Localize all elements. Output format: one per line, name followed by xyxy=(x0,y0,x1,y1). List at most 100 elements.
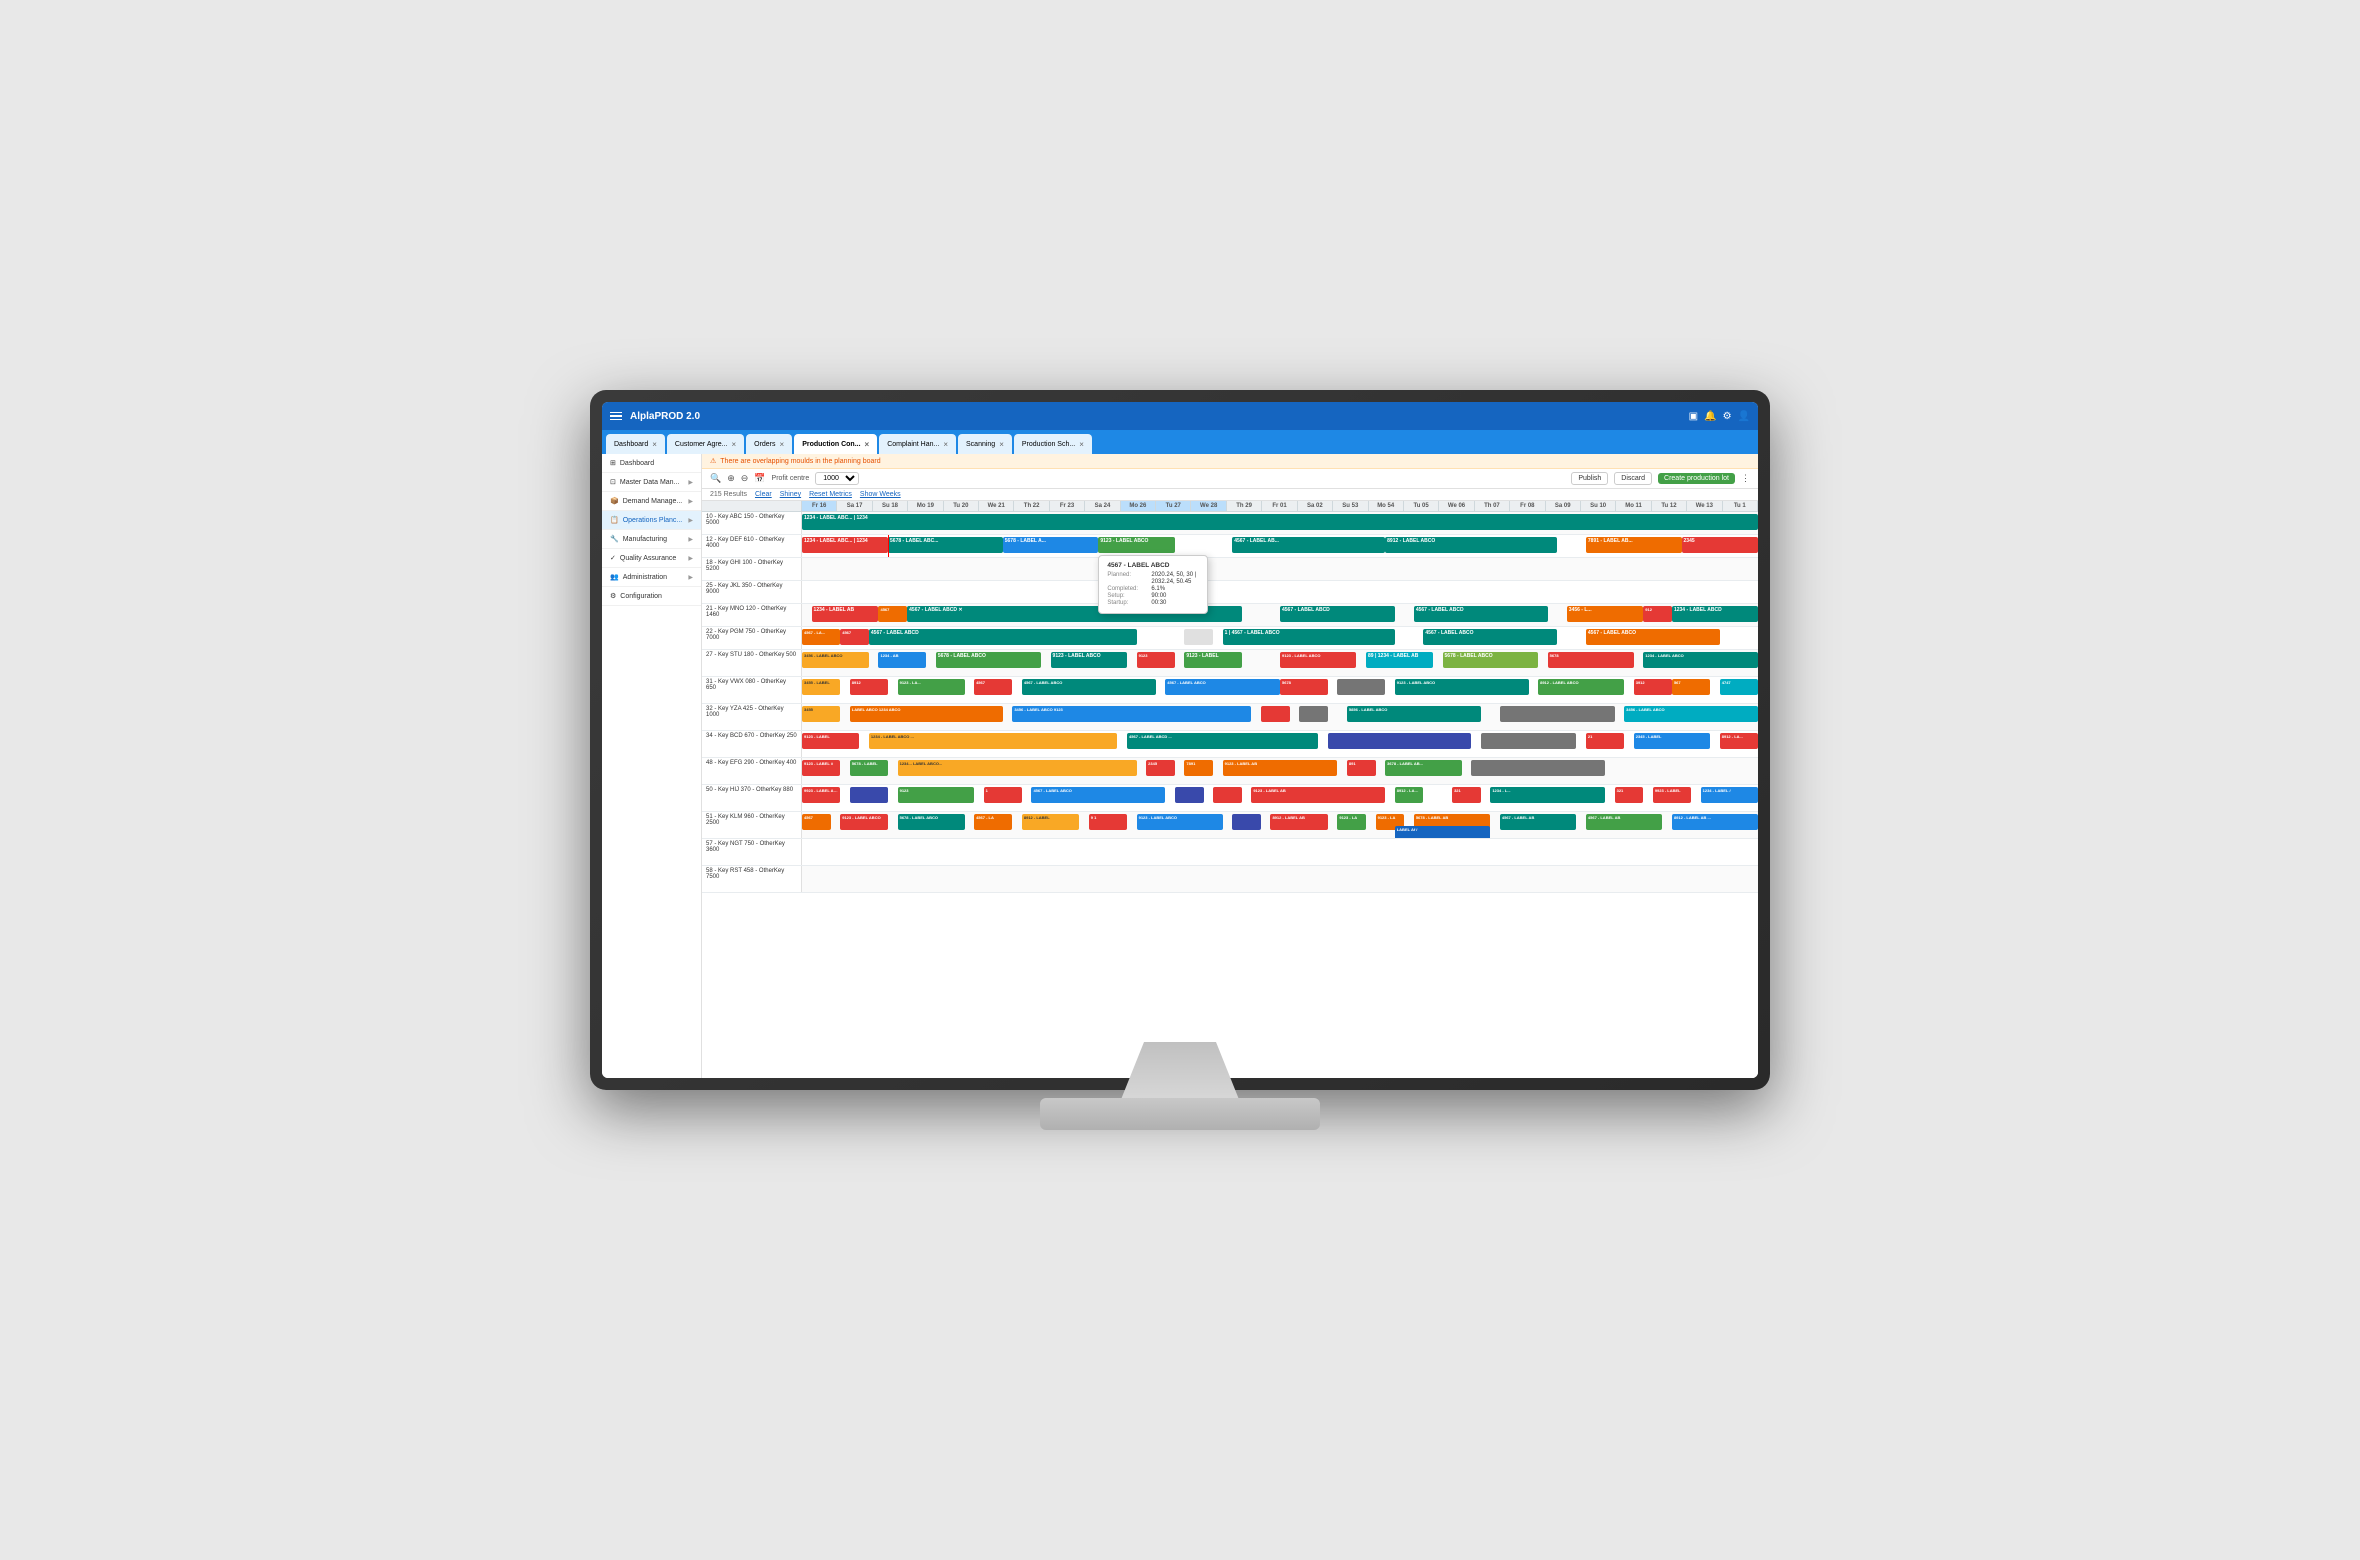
bar-r22-5[interactable]: 1 | 4567 - LABEL ABCO xyxy=(1223,629,1395,645)
bar-r48-4[interactable]: 2345 xyxy=(1146,760,1175,776)
bar-r27-8[interactable]: 89 | 1234 - LABEL AB xyxy=(1366,652,1433,668)
zoom-in-icon[interactable]: ⊕ xyxy=(727,473,735,484)
bar-r22-2[interactable]: 4567 xyxy=(840,629,869,645)
bar-r27-5[interactable]: 9123 xyxy=(1137,652,1175,668)
more-icon[interactable]: ⋮ xyxy=(1741,473,1750,484)
bar-r12-3[interactable]: 5678 - LABEL A... xyxy=(1003,537,1099,553)
settings-icon[interactable]: ⚙ xyxy=(1723,411,1732,422)
profit-centre-select[interactable]: 1000 xyxy=(815,472,859,485)
bar-r27-11[interactable]: 1234 - LABEL ABCO xyxy=(1643,652,1758,668)
bar-r22-6[interactable]: 4567 - LABEL ABCO xyxy=(1423,629,1557,645)
search-icon[interactable]: 🔍 xyxy=(710,473,721,484)
bar-r50-10[interactable]: 321 xyxy=(1452,787,1481,803)
bar-r27-3[interactable]: 5678 - LABEL ABCO xyxy=(936,652,1041,668)
reset-link[interactable]: Reset Metrics xyxy=(809,491,852,498)
bar-r34-5[interactable] xyxy=(1481,733,1577,749)
bar-r50-9[interactable]: 8912 - LABEL # xyxy=(1395,787,1424,803)
bar-r51-7[interactable]: 9123 - LABEL ABCO xyxy=(1137,814,1223,830)
sidebar-item-quality[interactable]: ✓ Quality Assurance ▶ xyxy=(602,549,701,568)
bar-r31-8[interactable] xyxy=(1337,679,1385,695)
bar-r32-2[interactable]: LABEL ABCO 1234 ABCO xyxy=(850,706,1003,722)
bar-r10-1[interactable]: 1234 - LABEL ABC... | 1234 xyxy=(802,514,1758,530)
bar-r22-1[interactable]: 4567 - LA... xyxy=(802,629,840,645)
bar-r50-5[interactable]: 4567 - LABEL ABCO xyxy=(1031,787,1165,803)
bar-r50-8[interactable]: 9123 - LABEL AB xyxy=(1251,787,1385,803)
bar-r51-2[interactable]: 9123 - LABEL ABCO xyxy=(840,814,888,830)
bar-r50-7[interactable] xyxy=(1213,787,1242,803)
bar-r48-9[interactable] xyxy=(1471,760,1605,776)
bar-r31-7[interactable]: 5678 xyxy=(1280,679,1328,695)
sidebar-item-dashboard[interactable]: ⊞ Dashboard xyxy=(602,454,701,473)
bar-r51-3[interactable]: 5678 - LABEL ABCO xyxy=(898,814,965,830)
shiney-link[interactable]: Shiney xyxy=(780,491,801,498)
tab-customer-close[interactable]: × xyxy=(731,440,736,449)
hamburger-icon[interactable] xyxy=(610,412,622,421)
bar-r21-1[interactable]: 1234 - LABEL AB xyxy=(812,606,879,622)
bar-r34-7[interactable]: 2345 - LABEL xyxy=(1634,733,1710,749)
bar-r48-3[interactable]: 1234... LABEL ABCO... xyxy=(898,760,1137,776)
bar-r21-2[interactable]: 4567 xyxy=(878,606,907,622)
bar-r51-10[interactable]: 9123 - LA xyxy=(1337,814,1366,830)
bar-r12-8[interactable]: 2345 xyxy=(1682,537,1758,553)
bar-r12-4[interactable]: 9123 - LABEL ABCO xyxy=(1098,537,1174,553)
tab-customer[interactable]: Customer Agre... × xyxy=(667,434,744,454)
bar-r50-12[interactable]: 321 xyxy=(1615,787,1644,803)
bar-r12-5[interactable]: 4567 - LABEL AB... xyxy=(1232,537,1385,553)
tab-orders-close[interactable]: × xyxy=(780,440,785,449)
bar-r31-2[interactable]: 8912 xyxy=(850,679,888,695)
sidebar-item-master-data[interactable]: ⊡ Master Data Man... ▶ xyxy=(602,473,701,492)
bar-r21-4[interactable]: 4567 - LABEL ABCD xyxy=(1280,606,1395,622)
notifications-icon[interactable]: 🔔 xyxy=(1704,411,1716,422)
bar-r32-1[interactable]: 3455 xyxy=(802,706,840,722)
bar-r51-14[interactable]: 4567 - LABEL AB xyxy=(1586,814,1662,830)
bar-r12-2[interactable]: 5678 - LABEL ABC... xyxy=(888,537,1003,553)
bar-r31-11[interactable]: 3912 xyxy=(1634,679,1672,695)
bar-r32-3[interactable]: 3456 - LABEL ABCO 9123 xyxy=(1012,706,1251,722)
discard-button[interactable]: Discard xyxy=(1614,472,1652,485)
bar-r12-7[interactable]: 7891 - LABEL AB... xyxy=(1586,537,1682,553)
bar-r27-7[interactable]: 9123 - LABEL ABCO xyxy=(1280,652,1356,668)
bar-r31-12[interactable]: 567 xyxy=(1672,679,1710,695)
bar-r50-13[interactable]: 9923 - LABEL xyxy=(1653,787,1691,803)
bar-r50-2[interactable] xyxy=(850,787,888,803)
show-weeks-link[interactable]: Show Weeks xyxy=(860,491,901,498)
bar-r48-1[interactable]: 9123 - LABEL # xyxy=(802,760,840,776)
create-production-lot-button[interactable]: Create production lot xyxy=(1658,473,1735,484)
bar-r51-label-af[interactable]: LABEL Af / xyxy=(1395,826,1491,838)
tab-complaint[interactable]: Complaint Han... × xyxy=(879,434,956,454)
bar-r34-1[interactable]: 9123 - LABEL xyxy=(802,733,859,749)
bar-r27-2[interactable]: 1234 - AB xyxy=(878,652,926,668)
bar-r51-13[interactable]: 4567 - LABEL AB xyxy=(1500,814,1576,830)
bar-r50-6[interactable] xyxy=(1175,787,1204,803)
bar-r32-7[interactable] xyxy=(1500,706,1615,722)
bar-r48-2[interactable]: 5678 - LABEL xyxy=(850,760,888,776)
bar-r22-4[interactable] xyxy=(1184,629,1213,645)
calendar-icon[interactable]: 📅 xyxy=(754,473,765,484)
tab-production-con-close[interactable]: × xyxy=(865,440,870,449)
bar-r51-5[interactable]: 8912 - LABEL xyxy=(1022,814,1079,830)
bar-r31-6[interactable]: 4567 - LABEL ABCO xyxy=(1165,679,1280,695)
bar-r21-5[interactable]: 4567 - LABEL ABCD xyxy=(1414,606,1548,622)
zoom-out-icon[interactable]: ⊖ xyxy=(741,473,749,484)
bar-r48-5[interactable]: 7891 xyxy=(1184,760,1213,776)
tab-dashboard-close[interactable]: × xyxy=(652,440,657,449)
bar-r51-9[interactable]: 8912 - LABEL AB xyxy=(1270,814,1327,830)
bar-r27-9[interactable]: 5678 - LABEL ABCO xyxy=(1443,652,1539,668)
bar-r27-10[interactable]: 5678 xyxy=(1548,652,1634,668)
bar-r51-8[interactable] xyxy=(1232,814,1261,830)
tab-orders[interactable]: Orders × xyxy=(746,434,792,454)
sidebar-item-manufacturing[interactable]: 🔧 Manufacturing ▶ xyxy=(602,530,701,549)
bar-r12-6[interactable]: 8912 - LABEL ABCO xyxy=(1385,537,1557,553)
bar-r48-7[interactable]: 891 xyxy=(1347,760,1376,776)
planning-board[interactable]: Fr 16 Sa 17 Su 18 Mo 19 Tu 20 We 21 Th 2… xyxy=(702,501,1758,1078)
bar-r31-10[interactable]: 8912 - LABEL ABCO xyxy=(1538,679,1624,695)
tab-production-sch-close[interactable]: × xyxy=(1079,440,1084,449)
sidebar-item-operations[interactable]: 📋 Operations Planc... ▶ xyxy=(602,511,701,530)
bar-r21-7[interactable]: 912 xyxy=(1643,606,1672,622)
bar-r27-4[interactable]: 9123 - LABEL ABCO xyxy=(1051,652,1127,668)
bar-r50-11[interactable]: 1234 - L... xyxy=(1490,787,1605,803)
bar-r51-4[interactable]: 4567 - LA xyxy=(974,814,1012,830)
bar-r31-3[interactable]: 9123 - LA... xyxy=(898,679,965,695)
clear-link[interactable]: Clear xyxy=(755,491,772,498)
bar-r31-5[interactable]: 4567 - LABEL ABCO xyxy=(1022,679,1156,695)
